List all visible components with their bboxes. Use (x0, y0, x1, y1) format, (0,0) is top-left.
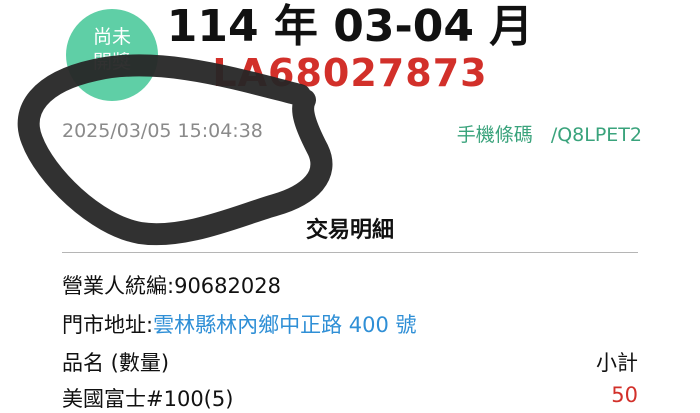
divider (62, 252, 638, 253)
invoice-number: LA68027873 (212, 51, 488, 95)
store-address-label: 門市地址: (62, 313, 154, 337)
item-name: 美國富士#100(5) (62, 387, 234, 411)
seller-id-row: 營業人統編:90682028 (62, 270, 638, 300)
item-column-header: 品名 (數量) (62, 351, 170, 375)
items-header-row: 品名 (數量) 小計 (62, 347, 638, 377)
carrier-code: /Q8LPET2 (550, 124, 642, 146)
seller-id-value: 90682028 (174, 274, 281, 298)
invoice-period: 114 年 03-04 月 (166, 1, 534, 52)
invoice-datetime: 2025/03/05 15:04:38 (62, 120, 263, 142)
transaction-details-title: 交易明細 (305, 218, 394, 243)
carrier-label: 手機條碼 (456, 124, 533, 146)
item-subtotal: 50 (611, 383, 638, 407)
carrier-info: 手機條碼/Q8LPET2 (457, 120, 642, 147)
store-address-link[interactable]: 雲林縣林內鄉中正路 400 號 (153, 313, 416, 337)
seller-id-label: 營業人統編: (62, 274, 175, 298)
store-address-row: 門市地址:雲林縣林內鄉中正路 400 號 (62, 309, 638, 339)
subtotal-column-header: 小計 (596, 351, 638, 375)
item-row: 美國富士#100(5) 50 (62, 383, 638, 413)
